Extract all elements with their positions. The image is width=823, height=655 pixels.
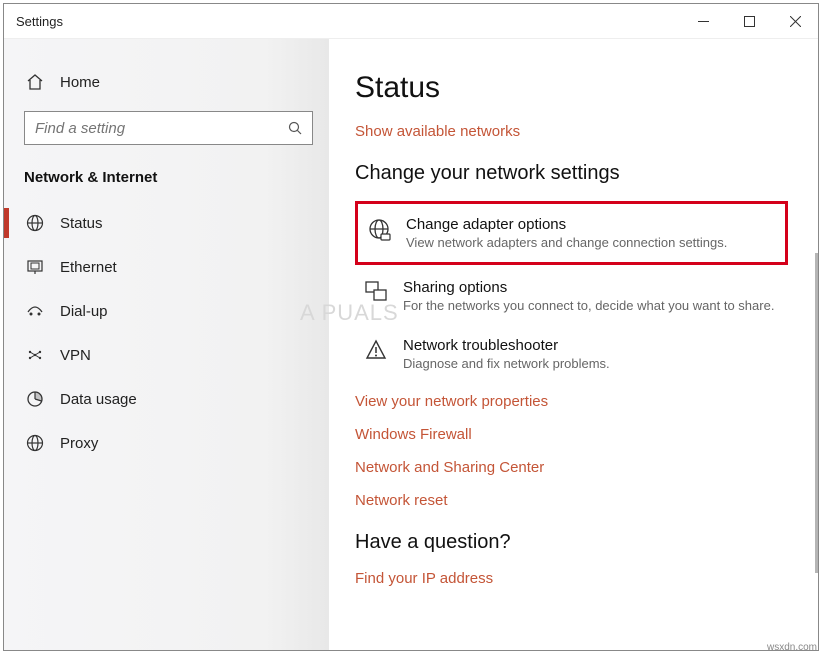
option-title: Network troubleshooter [403, 337, 610, 354]
sidebar-item-label: Proxy [60, 435, 98, 452]
dialup-icon [24, 302, 46, 320]
show-networks-link[interactable]: Show available networks [355, 123, 788, 140]
option-text: Sharing options For the networks you con… [403, 279, 774, 313]
change-adapter-options[interactable]: Change adapter options View network adap… [355, 201, 788, 265]
home-button[interactable]: Home [4, 67, 329, 97]
sidebar-item-ethernet[interactable]: Ethernet [4, 248, 329, 286]
network-reset-link[interactable]: Network reset [355, 492, 788, 509]
home-label: Home [60, 74, 100, 91]
option-desc: View network adapters and change connect… [406, 235, 727, 250]
close-button[interactable] [772, 4, 818, 38]
minimize-button[interactable] [680, 4, 726, 38]
search-box[interactable] [24, 111, 313, 145]
find-ip-link[interactable]: Find your IP address [355, 570, 788, 587]
option-text: Network troubleshooter Diagnose and fix … [403, 337, 610, 371]
option-title: Change adapter options [406, 216, 727, 233]
question-heading: Have a question? [355, 531, 788, 554]
settings-window: Settings Home [3, 3, 819, 651]
option-text: Change adapter options View network adap… [406, 216, 727, 250]
body: Home Network & Internet Status Ether [4, 39, 818, 650]
search-icon [288, 121, 302, 135]
sidebar-item-status[interactable]: Status [4, 204, 329, 242]
titlebar: Settings [4, 4, 818, 39]
data-usage-icon [24, 390, 46, 408]
sidebar-item-label: Status [60, 215, 103, 232]
sidebar-item-label: Dial-up [60, 303, 108, 320]
sidebar-item-label: VPN [60, 347, 91, 364]
globe-icon [24, 214, 46, 232]
sharing-icon [363, 279, 389, 305]
sidebar-item-label: Ethernet [60, 259, 117, 276]
option-desc: Diagnose and fix network problems. [403, 356, 610, 371]
sidebar-item-dialup[interactable]: Dial-up [4, 292, 329, 330]
sharing-center-link[interactable]: Network and Sharing Center [355, 459, 788, 476]
windows-firewall-link[interactable]: Windows Firewall [355, 426, 788, 443]
sidebar-item-vpn[interactable]: VPN [4, 336, 329, 374]
sidebar-item-label: Data usage [60, 391, 137, 408]
vpn-icon [24, 346, 46, 364]
sidebar: Home Network & Internet Status Ether [4, 39, 329, 650]
section-heading: Change your network settings [355, 162, 788, 185]
page-title: Status [355, 71, 788, 105]
home-icon [24, 73, 46, 91]
adapter-icon [366, 216, 392, 242]
attribution: wsxdn.com [767, 642, 817, 653]
network-troubleshooter[interactable]: Network troubleshooter Diagnose and fix … [355, 325, 788, 383]
option-desc: For the networks you connect to, decide … [403, 298, 774, 313]
troubleshooter-icon [363, 337, 389, 363]
sidebar-item-datausage[interactable]: Data usage [4, 380, 329, 418]
links-group: View your network properties Windows Fir… [355, 393, 788, 509]
window-controls [680, 4, 818, 38]
sharing-options[interactable]: Sharing options For the networks you con… [355, 267, 788, 325]
main-panel: Status Show available networks Change yo… [329, 39, 818, 650]
sidebar-item-proxy[interactable]: Proxy [4, 424, 329, 462]
maximize-button[interactable] [726, 4, 772, 38]
ethernet-icon [24, 258, 46, 276]
vertical-scrollbar[interactable] [815, 253, 818, 573]
window-title: Settings [16, 14, 63, 29]
search-input[interactable] [35, 120, 288, 137]
sidebar-section-label: Network & Internet [4, 163, 329, 196]
proxy-icon [24, 434, 46, 452]
view-properties-link[interactable]: View your network properties [355, 393, 788, 410]
option-title: Sharing options [403, 279, 774, 296]
